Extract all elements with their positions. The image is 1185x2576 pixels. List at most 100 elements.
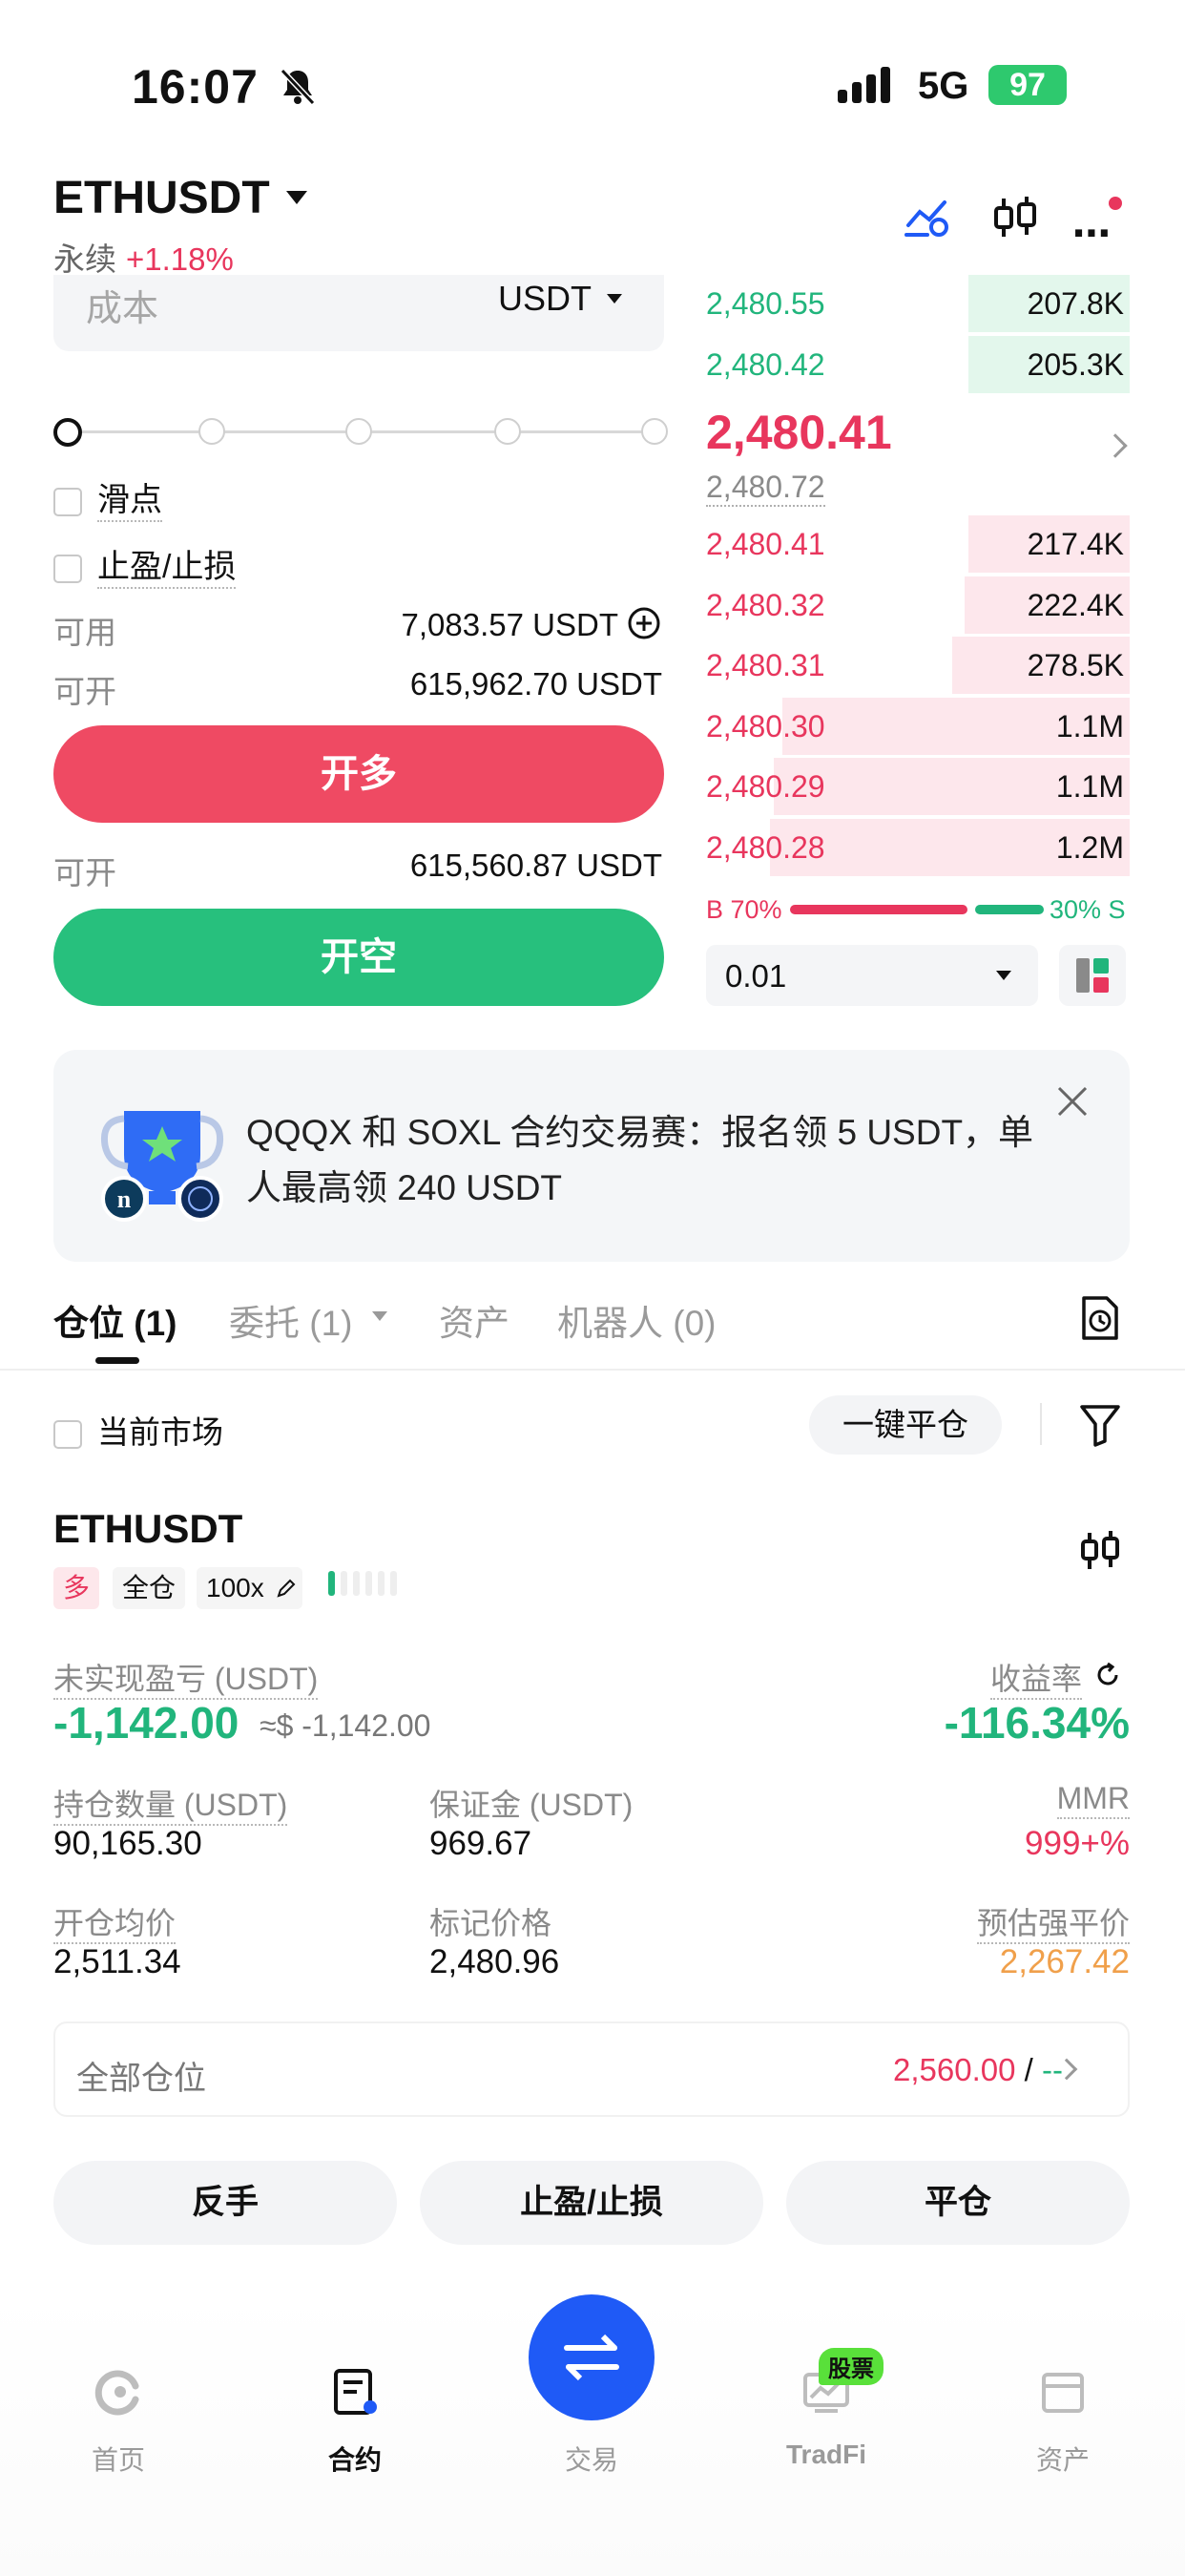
add-funds-icon[interactable] bbox=[626, 605, 662, 641]
symbol-selector[interactable]: ETHUSDT bbox=[53, 172, 270, 224]
nav-tradfi[interactable]: TradFi bbox=[750, 2440, 903, 2470]
chevron-down-icon[interactable] bbox=[607, 294, 622, 304]
cost-unit-selector[interactable]: USDT bbox=[498, 279, 592, 319]
buy-ratio: B 70% bbox=[706, 895, 782, 924]
margin-mode-tag: 全仓 bbox=[113, 1567, 186, 1609]
slider-knob-100[interactable] bbox=[641, 418, 668, 445]
home-icon[interactable] bbox=[92, 2365, 145, 2419]
liq-price-label: 预估强平价 bbox=[976, 1906, 1130, 1944]
ask-row[interactable]: 2,480.55 207.8K bbox=[706, 275, 1130, 332]
slider-knob-75[interactable] bbox=[494, 418, 521, 445]
reverse-button[interactable]: 反手 bbox=[53, 2161, 397, 2245]
tpsl-option[interactable]: 止盈/止损 bbox=[53, 540, 237, 589]
available-value: 7,083.57 USDT bbox=[401, 607, 618, 642]
network-type: 5G bbox=[918, 65, 969, 107]
current-market-label: 当前市场 bbox=[97, 1414, 223, 1450]
bid-row[interactable]: 2,480.29 1.1M bbox=[706, 758, 1130, 815]
last-price: 2,480.41 bbox=[706, 406, 892, 459]
nav-trade[interactable]: 交易 bbox=[515, 2440, 668, 2478]
bid-price: 2,480.29 bbox=[706, 769, 825, 804]
cost-input[interactable]: 成本 bbox=[86, 279, 158, 331]
filter-icon[interactable] bbox=[1078, 1401, 1122, 1449]
bid-row[interactable]: 2,480.32 222.4K bbox=[706, 576, 1130, 634]
bid-row[interactable]: 2,480.31 278.5K bbox=[706, 637, 1130, 694]
ask-row[interactable]: 2,480.42 205.3K bbox=[706, 335, 1130, 393]
slippage-label: 滑点 bbox=[97, 482, 162, 522]
nav-assets[interactable]: 资产 bbox=[987, 2440, 1139, 2478]
chevron-down-icon[interactable] bbox=[372, 1311, 387, 1321]
contract-type: 永续 bbox=[53, 241, 116, 277]
tab-bots[interactable]: 机器人 (0) bbox=[557, 1294, 717, 1346]
position-symbol[interactable]: ETHUSDT bbox=[53, 1506, 242, 1552]
slippage-option[interactable]: 滑点 bbox=[53, 473, 162, 522]
all-positions-label: 全部仓位 bbox=[76, 2061, 206, 2097]
size-value: 90,165.30 bbox=[53, 1825, 202, 1862]
size-label: 持仓数量 (USDT) bbox=[53, 1788, 288, 1826]
mmr-value: 999+% bbox=[1025, 1825, 1130, 1862]
active-tab-indicator bbox=[95, 1357, 139, 1364]
open-short-max-value: 615,560.87 USDT bbox=[409, 848, 662, 883]
bid-row[interactable]: 2,480.41 217.4K bbox=[706, 515, 1130, 573]
buy-ratio-bar bbox=[790, 905, 967, 914]
tab-assets[interactable]: 资产 bbox=[439, 1294, 509, 1346]
history-icon[interactable] bbox=[1076, 1294, 1122, 1342]
wallet-icon[interactable] bbox=[1036, 2365, 1090, 2419]
mark-price-label: 标记价格 bbox=[429, 1906, 552, 1940]
book-layout-button[interactable] bbox=[1059, 945, 1126, 1006]
slider-knob-25[interactable] bbox=[198, 418, 225, 445]
open-long-button[interactable]: 开多 bbox=[53, 725, 664, 823]
edit-icon[interactable] bbox=[275, 1577, 298, 1600]
layout-icon bbox=[1076, 958, 1109, 993]
margin-value: 969.67 bbox=[429, 1825, 532, 1862]
bell-muted-icon bbox=[280, 68, 316, 106]
contract-info: 永续 +1.18% bbox=[53, 234, 234, 280]
ask-quantity: 205.3K bbox=[1027, 346, 1124, 382]
open-short-button[interactable]: 开空 bbox=[53, 909, 664, 1006]
futures-icon[interactable] bbox=[328, 2365, 382, 2419]
tab-positions[interactable]: 仓位 (1) bbox=[53, 1294, 177, 1346]
bid-row[interactable]: 2,480.28 1.2M bbox=[706, 818, 1130, 876]
close-icon[interactable] bbox=[1053, 1082, 1091, 1120]
chevron-right-icon[interactable] bbox=[1103, 433, 1128, 458]
nav-home[interactable]: 首页 bbox=[42, 2440, 195, 2478]
candlestick-icon[interactable] bbox=[988, 191, 1042, 244]
strategy-chart-icon[interactable] bbox=[901, 191, 954, 244]
nav-futures[interactable]: 合约 bbox=[279, 2440, 431, 2478]
current-market-filter[interactable]: 当前市场 bbox=[53, 1407, 223, 1453]
all-positions-sep: / bbox=[1024, 2052, 1033, 2087]
bid-price: 2,480.28 bbox=[706, 829, 825, 865]
upnl-value: -1,142.00 bbox=[53, 1698, 239, 1748]
trade-button[interactable] bbox=[529, 2294, 655, 2420]
open-long-max-label: 可开 bbox=[53, 674, 116, 709]
slider-knob-50[interactable] bbox=[345, 418, 372, 445]
refresh-icon[interactable] bbox=[1093, 1661, 1122, 1689]
liq-price-value: 2,267.42 bbox=[999, 1943, 1130, 1980]
stocks-badge: 股票 bbox=[819, 2348, 884, 2385]
tab-orders[interactable]: 委托 (1) bbox=[229, 1294, 353, 1346]
ask-price: 2,480.42 bbox=[706, 346, 825, 382]
close-position-button[interactable]: 平仓 bbox=[786, 2161, 1130, 2245]
precision-selector[interactable]: 0.01 bbox=[706, 945, 1038, 1006]
slippage-checkbox[interactable] bbox=[53, 488, 82, 517]
tpsl-checkbox[interactable] bbox=[53, 555, 82, 584]
side-tag: 多 bbox=[53, 1567, 100, 1609]
tpsl-button[interactable]: 止盈/止损 bbox=[420, 2161, 763, 2245]
upnl-usd: ≈$ -1,142.00 bbox=[260, 1708, 431, 1743]
bid-quantity: 1.1M bbox=[1055, 708, 1124, 743]
mark-price-value: 2,480.96 bbox=[429, 1943, 560, 1980]
chevron-down-icon[interactable] bbox=[286, 191, 307, 204]
sell-ratio: 30% S bbox=[1050, 895, 1126, 924]
available-label: 可用 bbox=[53, 615, 116, 650]
chevron-down-icon[interactable] bbox=[996, 971, 1011, 980]
more-icon[interactable]: ⋯ bbox=[1072, 212, 1116, 256]
entry-price-label: 开仓均价 bbox=[53, 1906, 177, 1944]
promo-text[interactable]: QQQX 和 SOXL 合约交易赛：报名领 5 USDT，单人最高领 240 U… bbox=[246, 1105, 1048, 1216]
current-market-checkbox[interactable] bbox=[53, 1420, 82, 1450]
roe-value: -116.34% bbox=[944, 1698, 1130, 1748]
candlestick-icon[interactable] bbox=[1076, 1527, 1124, 1575]
swap-icon bbox=[564, 2334, 619, 2381]
divider bbox=[0, 1369, 1185, 1371]
slider-knob-0[interactable] bbox=[53, 418, 82, 447]
close-all-button[interactable]: 一键平仓 bbox=[809, 1395, 1002, 1455]
bid-row[interactable]: 2,480.30 1.1M bbox=[706, 697, 1130, 755]
